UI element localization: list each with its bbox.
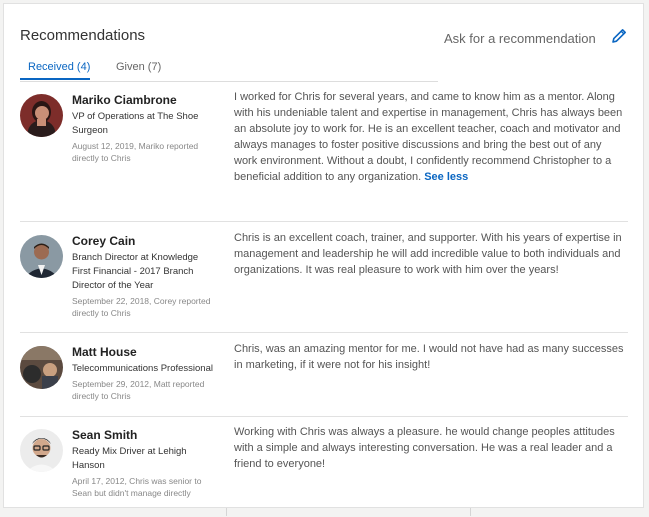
recommender-name[interactable]: Matt House: [72, 345, 217, 360]
recommender-info: Mariko Ciambrone VP of Operations at The…: [72, 93, 217, 164]
tab-given[interactable]: Given (7): [116, 61, 161, 73]
recommendation-text: Chris is an excellent coach, trainer, an…: [234, 232, 622, 276]
avatar[interactable]: [20, 429, 63, 472]
avatar[interactable]: [20, 346, 63, 389]
recommender-title: Ready Mix Driver at Lehigh Hanson: [72, 446, 187, 471]
avatar[interactable]: [20, 94, 63, 137]
ask-for-recommendation-link[interactable]: Ask for a recommendation: [444, 31, 596, 46]
recommender-name[interactable]: Sean Smith: [72, 428, 217, 443]
recommendation-date: August 12, 2019, Mariko reported directl…: [72, 141, 199, 163]
divider: [20, 332, 628, 333]
recommendation-text: Working with Chris was always a pleasure…: [234, 426, 615, 470]
recommender-info: Matt House Telecommunications Profession…: [72, 345, 217, 402]
recommender-info: Sean Smith Ready Mix Driver at Lehigh Ha…: [72, 428, 217, 499]
recommender-title: Telecommunications Professional: [72, 363, 213, 374]
section-title: Recommendations: [20, 27, 146, 44]
recommender-info: Corey Cain Branch Director at Knowledge …: [72, 234, 217, 319]
divider: [470, 508, 471, 516]
recommender-title: Branch Director at Knowledge First Finan…: [72, 252, 199, 291]
recommendation-date: April 17, 2012, Chris was senior to Sean…: [72, 476, 202, 498]
tab-received[interactable]: Received (4): [28, 61, 90, 73]
recommendation-text: I worked for Chris for several years, an…: [234, 89, 626, 185]
recommendation-date: September 29, 2012, Matt reported direct…: [72, 379, 205, 401]
recommender-name[interactable]: Mariko Ciambrone: [72, 93, 217, 108]
divider: [226, 508, 227, 516]
recommender-title: VP of Operations at The Shoe Surgeon: [72, 111, 199, 136]
avatar[interactable]: [20, 235, 63, 278]
tab-bar: Received (4) Given (7): [20, 57, 438, 82]
see-less-link[interactable]: See less: [424, 171, 468, 183]
recommendation-date: September 22, 2018, Corey reported direc…: [72, 296, 211, 318]
divider: [20, 416, 628, 417]
pencil-icon[interactable]: [609, 26, 629, 46]
active-tab-indicator: [20, 78, 90, 80]
recommender-name[interactable]: Corey Cain: [72, 234, 217, 249]
recommendation-text: Chris, was an amazing mentor for me. I w…: [234, 343, 624, 371]
divider: [20, 221, 628, 222]
recommendation-body: I worked for Chris for several years, an…: [234, 91, 623, 183]
recommendations-card: Recommendations Ask for a recommendation…: [3, 3, 644, 508]
